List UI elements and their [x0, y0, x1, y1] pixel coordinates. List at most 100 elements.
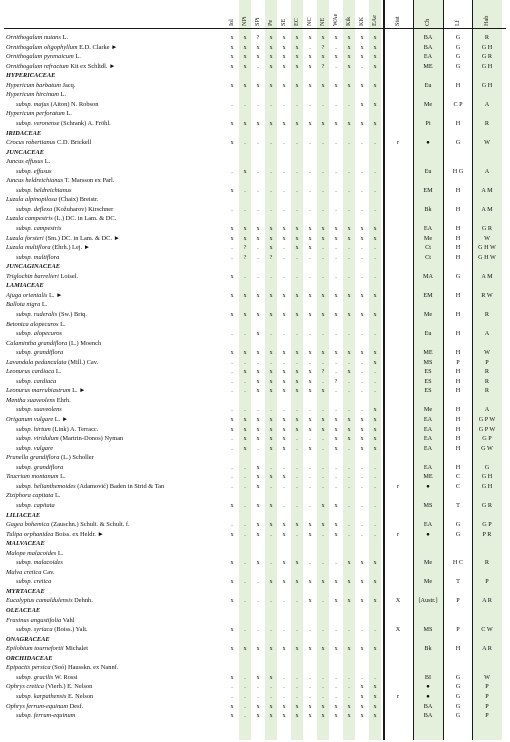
taxon-name: Hypericum hircinum L. [6, 90, 66, 99]
distribution-cell: x [295, 416, 299, 423]
taxon-name: Tulipa orphanidea Boiss. ex Heldr. ► [6, 530, 104, 539]
distribution-cell: . [231, 377, 233, 385]
distribution-cell: x [230, 43, 234, 51]
chorotype-cell: EA [423, 225, 433, 232]
taxon-name: Gagea bohemica (Zauschn.) Schult. & Schu… [6, 520, 130, 529]
distribution-cell: x [308, 81, 312, 89]
habitat-cell: R [484, 310, 490, 318]
family-name: MYRTACEAE [6, 587, 45, 595]
distribution-cell: x [230, 425, 234, 433]
habitat-cell: G H W [478, 244, 496, 252]
distribution-cell: . [309, 330, 311, 338]
distribution-cell: x [256, 521, 260, 529]
distribution-cell: . [231, 368, 233, 376]
distribution-cell: ? [321, 62, 325, 70]
distribution-cell: x [230, 501, 234, 509]
distribution-cell: . [374, 368, 376, 376]
distribution-cell: . [348, 244, 350, 252]
habitat-cell: P [485, 358, 489, 366]
taxon-binomial: subsp. grandiflora [16, 463, 64, 471]
distribution-cell: . [296, 435, 298, 443]
column-header: Lf [454, 20, 461, 26]
distribution-cell: x [321, 416, 325, 423]
habitat-cell: R W [481, 291, 493, 299]
distribution-cell: x [269, 425, 273, 433]
chorotype-cell: MA [423, 272, 433, 280]
taxon-name: Betonica alopecuros L. [6, 320, 66, 329]
distribution-cell: . [231, 435, 233, 443]
distribution-cell: x [295, 349, 299, 357]
taxon-binomial: Eucalyptus camaldulensis [6, 597, 73, 605]
distribution-cell: . [335, 358, 337, 366]
distribution-cell: . [244, 597, 246, 605]
taxon-authority: (L.) DC. in Lam. & DC. [54, 215, 117, 223]
chorotype-cell: EA [423, 53, 433, 61]
taxon-binomial: Malope malacoides [6, 549, 57, 557]
distribution-cell: x [243, 368, 247, 376]
distribution-cell: x [243, 62, 247, 70]
distribution-cell: x [373, 597, 377, 605]
distribution-cell: x [282, 444, 286, 452]
table-row: subsp. cardiaca.. x x x x x.?... ES H R [0, 377, 510, 386]
taxon-authority: (Mill.) Cav. [68, 358, 99, 366]
taxon-name: subsp. grandiflora [16, 348, 63, 357]
chorotype-cell: Bk [424, 645, 432, 653]
habitat-cell: A [484, 167, 490, 175]
habitat-cell: C W [481, 626, 493, 634]
distribution-cell: . [322, 358, 324, 366]
distribution-cell: . [231, 692, 233, 700]
distribution-cell: . [361, 626, 363, 634]
distribution-cell: ? [269, 253, 273, 261]
distribution-cell: x [295, 234, 299, 242]
distribution-cell: x [256, 645, 260, 653]
distribution-cell: x [360, 225, 364, 232]
distribution-cell: . [348, 482, 350, 490]
distribution-cell: . [348, 186, 350, 194]
family-heading-row: ORCHIDACEAE [0, 654, 510, 663]
distribution-cell: x [360, 43, 364, 51]
distribution-cell: x [269, 712, 273, 720]
taxon-name: subsp. deflexa (Kožuharov) Kirschner [16, 205, 113, 214]
distribution-cell: x [295, 521, 299, 529]
distribution-cell: x [347, 291, 351, 299]
distribution-cell: x [230, 62, 234, 70]
distribution-cell: x [373, 692, 377, 700]
distribution-cell: x [256, 43, 260, 51]
table-row: Mentha suaveolens Ehrh. [0, 396, 510, 405]
taxon-authority: L. [57, 549, 64, 557]
table-row: Lavandula pedunculata (Mill.) Cav.......… [0, 358, 510, 367]
habitat-cell: G P W [478, 425, 496, 433]
distribution-cell: x [269, 702, 273, 710]
taxon-binomial: Hypericum hircinum [6, 91, 59, 99]
habitat-cell: A M [481, 186, 493, 194]
distribution-cell: x [373, 406, 377, 414]
distribution-cell: . [335, 244, 337, 252]
distribution-cell: . [374, 186, 376, 194]
distribution-cell: x [347, 645, 351, 653]
taxon-authority: C.D. Brickell [57, 139, 92, 147]
distribution-cell: x [308, 416, 312, 423]
table-row: Ziziphora capitata L. [0, 491, 510, 500]
distribution-cell: . [231, 167, 233, 175]
chorotype-cell: Me [423, 234, 433, 242]
distribution-cell: x [230, 578, 234, 586]
distribution-cell: x [256, 435, 260, 443]
distribution-cell: . [244, 387, 246, 395]
distribution-cell: x [295, 377, 299, 385]
distribution-cell: . [296, 406, 298, 414]
status-cell: r [396, 692, 400, 700]
chorotype-cell: MS [423, 626, 433, 634]
family-name: LILIACEAE [6, 511, 41, 519]
distribution-cell: x [373, 578, 377, 586]
distribution-cell: x [282, 645, 286, 653]
distribution-cell: . [335, 387, 337, 395]
taxon-authority: L. [62, 34, 68, 41]
distribution-cell: . [257, 683, 259, 691]
distribution-cell: x [321, 119, 325, 127]
distribution-cell: x [360, 291, 364, 299]
distribution-cell: . [270, 205, 272, 213]
distribution-cell: ? [334, 377, 338, 385]
distribution-cell: x [256, 702, 260, 710]
distribution-cell: . [270, 683, 272, 691]
distribution-cell: x [321, 387, 325, 395]
